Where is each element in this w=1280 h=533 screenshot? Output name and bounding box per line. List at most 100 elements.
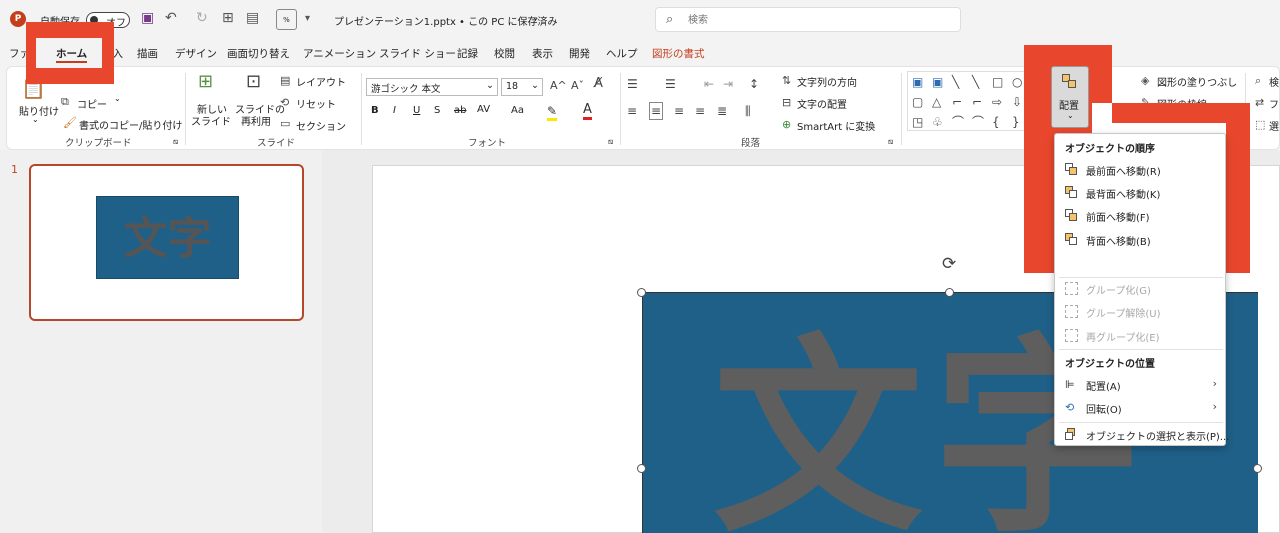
bullets-icon[interactable]: ☰ [627,77,638,91]
bold-button[interactable]: B [371,105,379,116]
numbering-icon[interactable]: ☰ [665,77,676,91]
arrange-button-active[interactable]: 配置 ⌄ [1051,66,1089,128]
find-icon[interactable]: ⌕ [1255,74,1261,88]
save-icon[interactable]: ▣ [141,10,154,26]
section-button[interactable]: セクション [296,118,346,133]
layout-icon[interactable]: ▤ [280,74,290,88]
select-icon[interactable]: ⬚ [1255,118,1265,132]
search-icon: ⌕ [666,12,674,27]
send-backward-item[interactable]: 背面へ移動(B) [1057,230,1223,250]
tab-draw[interactable]: 描画 [137,46,158,61]
align-text-icon[interactable]: ⊟ [782,96,791,110]
align-item[interactable]: ⊫ 配置(A) › [1057,375,1223,395]
shadow-button[interactable]: S [434,105,440,116]
rotate-handle-icon[interactable]: ⟳ [942,254,956,274]
slide-number: 1 [11,163,18,176]
file-title[interactable]: プレゼンテーション1.pptx • この PC に保存済み [334,13,558,28]
tab-record[interactable]: 記録 [457,46,478,61]
distributed-icon[interactable]: ≣ [717,104,727,118]
ungroup-item[interactable]: グループ解除(U) [1057,302,1223,322]
justify-icon[interactable]: ≡ [695,104,705,118]
dialog-launcher-icon[interactable]: ⧅ [888,137,893,147]
rotate-item[interactable]: ⟲ 回転(O) › [1057,398,1223,418]
resize-handle[interactable] [637,464,646,473]
line-spacing-icon[interactable]: ↕ [749,77,759,91]
smartart-button[interactable]: SmartArt に変換 [797,118,875,133]
send-to-back-item[interactable]: 最背面へ移動(K) [1057,183,1223,203]
text-direction-button[interactable]: 文字列の方向 [797,74,857,89]
underline-button[interactable]: U [413,105,420,116]
search-input[interactable] [688,12,938,28]
grow-font-icon[interactable]: A^ [550,79,567,93]
font-color-icon[interactable]: A [583,103,592,120]
find-button[interactable]: 検 [1269,74,1279,89]
select-button[interactable]: 選 [1269,118,1279,133]
decrease-indent-icon[interactable]: ⇤ [704,77,714,91]
slideshow-icon[interactable]: ▤ [246,10,259,26]
reuse-slides-icon[interactable]: ⊡ [246,73,261,91]
tab-help[interactable]: ヘルプ [606,46,638,61]
reuse-slides-label-2[interactable]: 再利用 [241,113,271,128]
tab-slideshow[interactable]: スライド ショー [379,46,456,61]
tab-shape-format[interactable]: 図形の書式 [652,46,705,61]
shape-fill-button[interactable]: 図形の塗りつぶし [1157,74,1237,89]
reset-button[interactable]: リセット [296,96,336,111]
clear-format-icon[interactable]: A̸ [594,77,603,91]
tab-home-highlighted[interactable]: ホーム [56,46,88,63]
tab-animations[interactable]: アニメーション [303,46,376,61]
align-text-button[interactable]: 文字の配置 [797,96,847,111]
highlight-icon[interactable]: ✎ [547,104,558,121]
resize-handle[interactable] [1253,464,1262,473]
present-icon[interactable]: ⊞ [222,10,234,26]
format-painter-button[interactable]: 書式のコピー/貼り付け [79,117,182,132]
tab-view[interactable]: 表示 [532,46,553,61]
smartart-icon[interactable]: ⊕ [782,118,791,132]
align-left-icon[interactable]: ≡ [627,104,637,118]
copy-button[interactable]: コピー [77,96,107,111]
change-case-button[interactable]: Aa [511,105,524,116]
shape-fill-icon[interactable]: ◈ [1141,74,1149,88]
bring-to-front-item[interactable]: 最前面へ移動(R) [1057,160,1223,180]
font-size-combo[interactable]: 18 ⌄ [501,78,543,96]
dialog-launcher-icon[interactable]: ⧅ [173,137,178,147]
char-spacing-button[interactable]: AV [477,104,490,115]
align-center-icon[interactable]: ≡ [649,102,664,120]
layout-button[interactable]: レイアウト [296,74,346,89]
align-right-icon[interactable]: ≡ [674,104,684,118]
paste-button[interactable]: 貼り付け [19,103,59,118]
selection-pane-item[interactable]: オブジェクトの選択と表示(P)... [1057,425,1229,445]
reset-icon[interactable]: ⟲ [280,96,289,110]
strikethrough-button[interactable]: ab [454,105,466,116]
undo-icon[interactable]: ↶ [165,10,177,26]
resize-handle[interactable] [945,288,954,297]
tab-transitions[interactable]: 画面切り替え [227,46,290,61]
new-slide-label-2[interactable]: スライド [191,113,231,128]
replace-button[interactable]: ファ [1269,96,1280,111]
dialog-launcher-icon[interactable]: ⧅ [608,137,613,147]
new-slide-icon[interactable]: ⊞ [198,73,213,91]
section-icon[interactable]: ▭ [280,117,290,131]
text-direction-icon[interactable]: ⇅ [782,74,791,88]
font-name-combo[interactable]: 游ゴシック 本文 ⌄ [366,78,498,96]
group-item[interactable]: グループ化(G) [1057,279,1223,299]
slide-thumbnail[interactable]: 文字 [29,164,304,321]
format-painter-icon[interactable]: 🖌 [63,116,77,130]
chevron-down-icon[interactable]: ⌄ [532,13,540,23]
resize-handle[interactable] [637,288,646,297]
spelling-icon[interactable]: % [276,9,297,30]
increase-indent-icon[interactable]: ⇥ [723,77,733,91]
replace-icon[interactable]: ⇄ [1255,96,1264,110]
copy-icon[interactable]: ⧉ [61,95,69,109]
regroup-item[interactable]: 再グループ化(E) [1057,326,1223,346]
customize-qat-icon[interactable]: ▾ [305,13,310,24]
redo-icon[interactable]: ↻ [196,10,208,26]
search-box[interactable]: ⌕ [655,7,961,32]
columns-icon[interactable]: ⫼ [745,104,751,118]
italic-button[interactable]: I [393,105,396,116]
tab-review[interactable]: 校閲 [494,46,515,61]
tab-design[interactable]: デザイン [175,46,217,61]
bring-forward-item[interactable]: 前面へ移動(F) [1057,206,1223,226]
shrink-font-icon[interactable]: Aˇ [571,79,584,93]
shapes-gallery[interactable]: ▣ ▣ ╲ ╲ □ ○ ▢ △ ⌐ ⌐ ⇨ ⇩ ◳ ♧ ⌒ ⌒ { } [907,71,1035,131]
tab-developer[interactable]: 開発 [569,46,590,61]
